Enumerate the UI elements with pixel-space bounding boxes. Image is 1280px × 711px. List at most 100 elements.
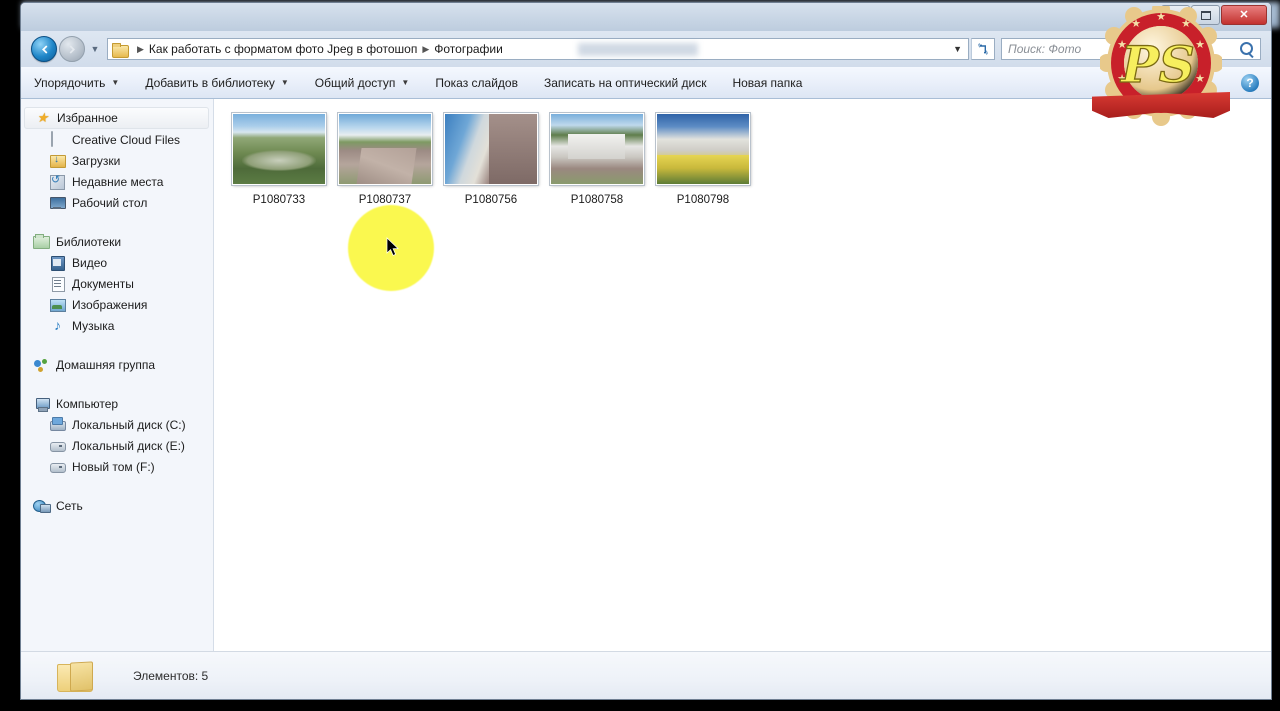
toolbar-item-organize[interactable]: Упорядочить ▼: [21, 67, 132, 98]
sidebar-gap: [21, 213, 213, 231]
toolbar-label: Упорядочить: [34, 76, 105, 90]
chevron-down-icon: ▼: [111, 78, 119, 87]
search-icon[interactable]: [1240, 42, 1253, 55]
sidebar-item-label: Видео: [72, 256, 107, 270]
file-item[interactable]: P1080758: [544, 113, 650, 206]
sidebar-item-homegroup[interactable]: Домашняя группа: [21, 354, 213, 375]
refresh-button[interactable]: [971, 38, 995, 60]
address-blur-artifact: [578, 43, 698, 56]
refresh-icon: [976, 42, 990, 56]
sidebar-item-label: Локальный диск (C:): [72, 418, 186, 432]
sidebar-item-computer[interactable]: Компьютер: [21, 393, 213, 414]
document-icon: [49, 132, 66, 147]
command-toolbar: Упорядочить ▼ Добавить в библиотеку ▼ Об…: [21, 67, 1271, 99]
window-titlebar: ✕: [21, 3, 1271, 31]
window-body: ★ Избранное Creative Cloud Files Загрузк…: [21, 99, 1271, 651]
sidebar-item-label: Локальный диск (E:): [72, 439, 185, 453]
breadcrumb-separator-1[interactable]: ▶: [422, 44, 429, 55]
sidebar-item-label: Сеть: [56, 499, 83, 513]
svg-text:★: ★: [1195, 38, 1205, 51]
breadcrumb-root[interactable]: Как работать с форматом фото Jpeg в фото…: [149, 42, 417, 56]
sidebar-item-music[interactable]: ♪ Музыка: [21, 315, 213, 336]
toolbar-item-burn-disc[interactable]: Записать на оптический диск: [531, 67, 720, 98]
ps-badge-watermark: ★★★ ★★★ ★★★ ★ PS: [1100, 6, 1222, 134]
recent-pages-dropdown[interactable]: ▼: [88, 44, 102, 54]
sidebar-item-label: Компьютер: [56, 397, 118, 411]
chevron-down-icon: ▼: [281, 78, 289, 87]
sidebar-item-network[interactable]: Сеть: [21, 495, 213, 516]
toolbar-label: Общий доступ: [315, 76, 396, 90]
sidebar-item-pictures[interactable]: Изображения: [21, 294, 213, 315]
sidebar-item-local-disk-e[interactable]: Локальный диск (E:): [21, 435, 213, 456]
thumbnail-image[interactable]: [656, 113, 750, 185]
sidebar-item-label: Избранное: [57, 111, 118, 125]
address-breadcrumb-bar[interactable]: ▶ Как работать с форматом фото Jpeg в фо…: [107, 38, 969, 60]
search-placeholder: Поиск: Фото: [1008, 42, 1081, 56]
sidebar-item-local-disk-c[interactable]: Локальный диск (C:): [21, 414, 213, 435]
computer-icon: [33, 396, 50, 411]
file-name: P1080737: [359, 194, 411, 206]
sidebar-item-downloads[interactable]: Загрузки: [21, 150, 213, 171]
sidebar-item-label: Изображения: [72, 298, 147, 312]
toolbar-label: Показ слайдов: [435, 76, 518, 90]
toolbar-label: Добавить в библиотеку: [145, 76, 275, 90]
status-item-count: Элементов: 5: [133, 669, 208, 683]
back-button[interactable]: [31, 36, 57, 62]
downloads-folder-icon: [49, 153, 66, 168]
sidebar-item-recent-places[interactable]: Недавние места: [21, 171, 213, 192]
libraries-icon: [33, 234, 50, 249]
sidebar-item-favorites[interactable]: ★ Избранное: [24, 107, 209, 129]
file-item[interactable]: P1080733: [226, 113, 332, 206]
sidebar-item-video[interactable]: Видео: [21, 252, 213, 273]
address-dropdown-caret[interactable]: ▼: [953, 44, 962, 54]
breadcrumb-separator-0[interactable]: ▶: [137, 44, 144, 55]
toolbar-item-share[interactable]: Общий доступ ▼: [302, 67, 423, 98]
folder-icon: [112, 43, 127, 56]
navigation-pane: ★ Избранное Creative Cloud Files Загрузк…: [21, 99, 214, 651]
thumbnail-image[interactable]: [338, 113, 432, 185]
forward-arrow-icon: [66, 43, 79, 56]
sidebar-item-creative-cloud-files[interactable]: Creative Cloud Files: [21, 129, 213, 150]
sidebar-item-label: Creative Cloud Files: [72, 133, 180, 147]
video-icon: [49, 255, 66, 270]
sidebar-item-documents[interactable]: Документы: [21, 273, 213, 294]
svg-text:★: ★: [1181, 17, 1191, 30]
toolbar-item-slideshow[interactable]: Показ слайдов: [422, 67, 531, 98]
homegroup-icon: [33, 357, 50, 372]
file-name: P1080758: [571, 194, 623, 206]
sidebar-item-label: Новый том (F:): [72, 460, 155, 474]
sidebar-item-libraries[interactable]: Библиотеки: [21, 231, 213, 252]
thumbnail-image[interactable]: [444, 113, 538, 185]
help-button[interactable]: ?: [1241, 74, 1259, 92]
address-bar-row: ▼ ▶ Как работать с форматом фото Jpeg в …: [21, 31, 1271, 67]
svg-text:PS: PS: [1119, 35, 1195, 94]
sidebar-item-label: Загрузки: [72, 154, 120, 168]
sidebar-item-label: Библиотеки: [56, 235, 121, 249]
forward-button[interactable]: [59, 36, 85, 62]
sidebar-item-label: Музыка: [72, 319, 114, 333]
file-list-pane[interactable]: P1080733 P1080737 P1080756 P1080758 P108…: [214, 99, 1271, 651]
chevron-down-icon: ▼: [401, 78, 409, 87]
file-name: P1080798: [677, 194, 729, 206]
file-item[interactable]: P1080737: [332, 113, 438, 206]
file-name: P1080756: [465, 194, 517, 206]
sidebar-item-desktop[interactable]: Рабочий стол: [21, 192, 213, 213]
recent-places-icon: [49, 174, 66, 189]
file-item[interactable]: P1080798: [650, 113, 756, 206]
system-drive-icon: [49, 417, 66, 432]
breadcrumb-leaf[interactable]: Фотографии: [434, 42, 503, 56]
toolbar-item-new-folder[interactable]: Новая папка: [719, 67, 815, 98]
file-item[interactable]: P1080756: [438, 113, 544, 206]
sidebar-gap: [21, 375, 213, 393]
explorer-window: ✕ ▼ ▶ Как работать с форматом фото Jpeg …: [20, 2, 1272, 700]
status-bar: Элементов: 5: [21, 651, 1271, 699]
sidebar-gap: [21, 477, 213, 495]
back-arrow-icon: [38, 43, 51, 56]
thumbnail-image[interactable]: [232, 113, 326, 185]
folder-icon: [57, 660, 97, 692]
close-button[interactable]: ✕: [1221, 5, 1267, 25]
svg-text:★: ★: [1131, 17, 1141, 30]
sidebar-item-new-volume-f[interactable]: Новый том (F:): [21, 456, 213, 477]
toolbar-item-add-to-library[interactable]: Добавить в библиотеку ▼: [132, 67, 301, 98]
thumbnail-image[interactable]: [550, 113, 644, 185]
